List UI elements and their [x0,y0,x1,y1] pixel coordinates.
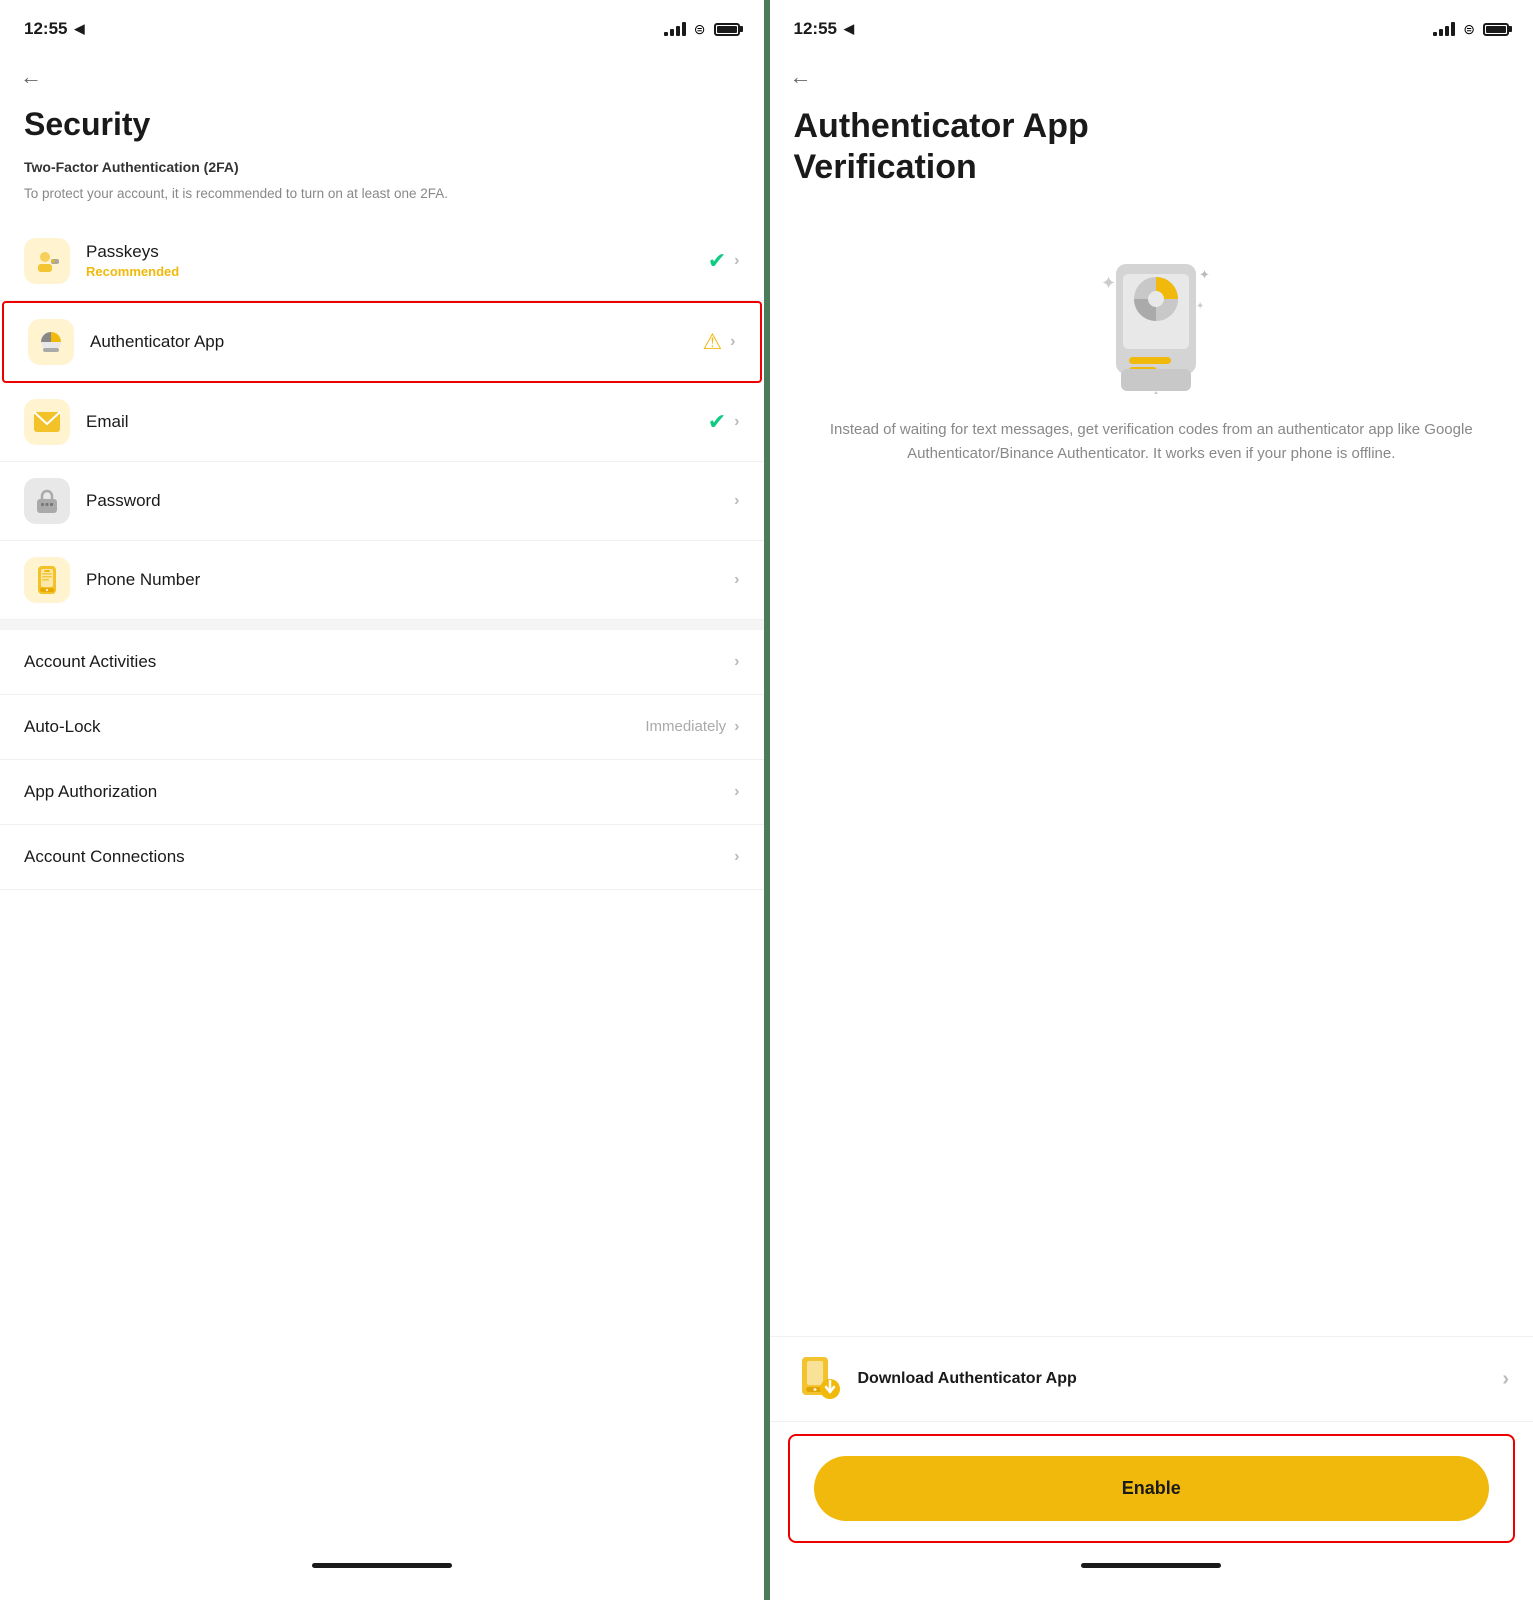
password-icon [24,478,70,524]
authenticator-title: Authenticator App [90,332,702,352]
auto-lock-label: Auto-Lock [24,717,645,737]
app-authorization-chevron: › [734,783,739,801]
enable-button[interactable]: Enable [814,1456,1490,1521]
menu-item-password[interactable]: Password › [0,462,764,541]
status-icons-right: ⊜ [1433,21,1509,38]
menu-item-authenticator[interactable]: Authenticator App ⚠ › [2,301,762,383]
passkeys-status-icon: ✔ [708,248,726,274]
menu-item-phone[interactable]: Phone Number › [0,541,764,620]
status-time-right: 12:55 ◀ [794,19,854,39]
wifi-icon-right: ⊜ [1463,21,1475,38]
menu-item-auto-lock[interactable]: Auto-Lock Immediately › [0,695,764,760]
status-icons-left: ⊜ [664,21,740,38]
security-panel: 12:55 ◀ ⊜ ← Security Two-Factor Authenti… [0,0,770,1600]
phone-icon [24,557,70,603]
location-icon-right: ◀ [844,21,854,37]
battery-icon-left [714,23,740,36]
enable-button-wrapper: Enable [788,1434,1516,1543]
svg-text:✦: ✦ [1101,273,1116,293]
password-chevron: › [734,492,739,510]
status-bar-left: 12:55 ◀ ⊜ [0,0,764,52]
menu-item-email[interactable]: Email ✔ › [0,383,764,462]
password-text: Password [86,491,734,511]
passkeys-text: Passkeys Recommended [86,242,708,279]
wifi-icon-left: ⊜ [694,21,706,38]
status-time-left: 12:55 ◀ [24,19,84,39]
email-title: Email [86,412,708,432]
status-bar-right: 12:55 ◀ ⊜ [770,0,1533,52]
auth-description: Instead of waiting for text messages, ge… [770,394,1533,496]
svg-text:✦: ✦ [1196,301,1204,312]
auto-lock-chevron: › [734,718,739,736]
email-text: Email [86,412,708,432]
twofa-section-title: Two-Factor Authentication (2FA) [0,149,764,183]
back-button-left[interactable]: ← [0,52,764,98]
account-connections-label: Account Connections [24,847,734,867]
account-connections-chevron: › [734,848,739,866]
phone-chevron: › [734,571,739,589]
email-status-icon: ✔ [708,409,726,435]
page-title-left: Security [0,98,764,149]
passkeys-icon [24,238,70,284]
menu-item-account-connections[interactable]: Account Connections › [0,825,764,890]
menu-item-account-activities[interactable]: Account Activities › [0,630,764,695]
authenticator-icon [28,319,74,365]
account-activities-chevron: › [734,653,739,671]
download-label: Download Authenticator App [858,1370,1077,1388]
email-chevron: › [734,413,739,431]
authenticator-status-icon: ⚠ [702,329,722,355]
account-activities-label: Account Activities [24,652,734,672]
email-icon [24,399,70,445]
signal-icon-right [1433,22,1455,36]
signal-icon-left [664,22,686,36]
passkeys-chevron: › [734,252,739,270]
app-authorization-label: App Authorization [24,782,734,802]
section-divider-1 [0,620,764,630]
battery-icon-right [1483,23,1509,36]
auto-lock-value: Immediately [645,718,726,735]
download-icon [794,1355,842,1403]
menu-item-app-authorization[interactable]: App Authorization › [0,760,764,825]
passkeys-badge: Recommended [86,264,708,279]
home-indicator-left [312,1563,452,1568]
password-title: Password [86,491,734,511]
authenticator-verification-panel: 12:55 ◀ ⊜ ← Authenticator AppVerificatio… [770,0,1533,1600]
auth-illustration: ✦ ✦ ✦ [770,194,1533,394]
back-button-right[interactable]: ← [770,52,1533,98]
passkeys-title: Passkeys [86,242,708,262]
phone-title: Phone Number [86,570,734,590]
twofa-subtitle: To protect your account, it is recommend… [0,183,764,222]
download-chevron: › [1502,1368,1509,1391]
home-indicator-right [1081,1563,1221,1568]
download-authenticator-row[interactable]: Download Authenticator App › [770,1336,1533,1422]
authenticator-text: Authenticator App [90,332,702,352]
menu-item-passkeys[interactable]: Passkeys Recommended ✔ › [0,222,764,301]
page-title-right: Authenticator AppVerification [770,98,1533,194]
svg-text:✦: ✦ [1199,267,1210,282]
authenticator-chevron: › [730,333,735,351]
phone-text: Phone Number [86,570,734,590]
location-icon-left: ◀ [74,21,84,37]
